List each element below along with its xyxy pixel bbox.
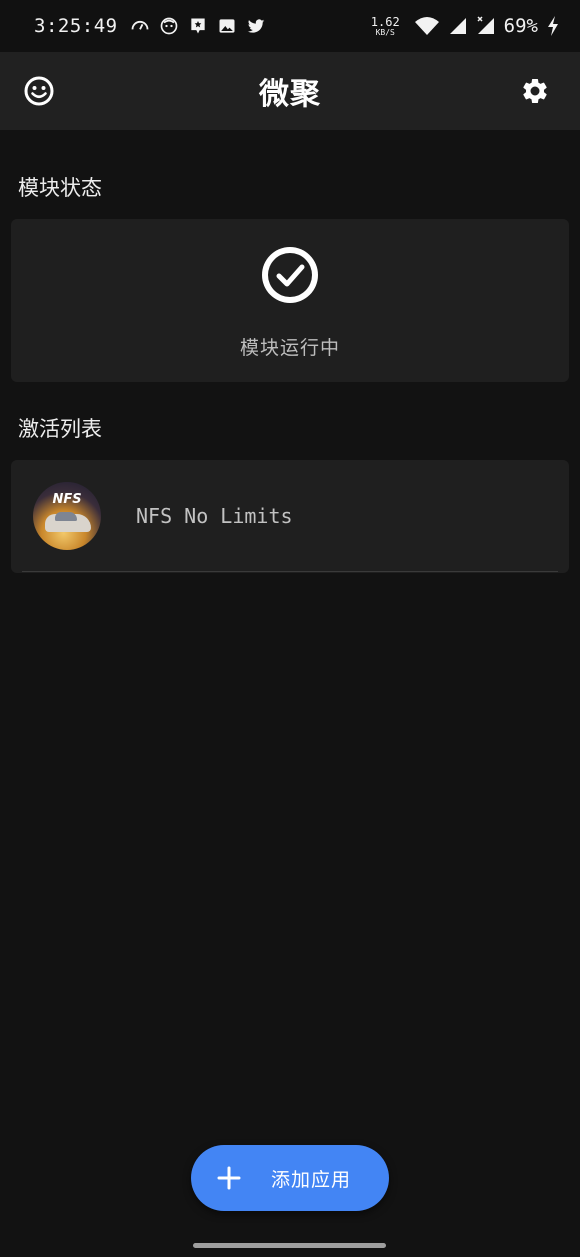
charging-bolt-icon — [548, 16, 558, 36]
plus-icon — [217, 1166, 241, 1190]
network-speed: 1.62 KB/S — [371, 16, 400, 37]
image-icon — [219, 19, 235, 33]
profile-button[interactable] — [22, 74, 56, 108]
list-item[interactable]: NFS NFS No Limits — [11, 460, 569, 572]
module-status-title: 模块状态 — [18, 176, 102, 200]
twitter-icon — [247, 19, 264, 33]
add-app-button[interactable]: 添加应用 — [191, 1145, 389, 1211]
module-status-text: 模块运行中 — [239, 337, 340, 359]
app-name: NFS No Limits — [136, 504, 293, 528]
app-title: 微聚 — [259, 77, 321, 112]
signal-no-data-icon — [477, 16, 494, 34]
face-icon — [160, 17, 177, 35]
app-bar: 微聚 — [0, 52, 580, 130]
speedometer-icon — [131, 20, 148, 30]
activation-list-title: 激活列表 — [18, 417, 102, 441]
check-circle-icon — [262, 247, 318, 303]
network-speed-unit: KB/S — [375, 27, 395, 37]
gesture-nav-handle[interactable] — [193, 1243, 386, 1248]
module-status-card: 模块运行中 — [11, 219, 569, 382]
add-app-label: 添加应用 — [271, 1168, 352, 1191]
battery-percent: 69% — [503, 15, 538, 37]
smiley-icon — [24, 76, 54, 106]
network-speed-value: 1.62 — [370, 14, 400, 29]
gear-icon — [523, 78, 547, 103]
chat-star-icon — [190, 18, 205, 34]
nfs-logo-text: NFS — [52, 492, 82, 507]
status-time: 3:25:49 — [34, 15, 118, 37]
wifi-icon — [414, 17, 439, 35]
app-icon: NFS — [33, 482, 101, 550]
status-bar: 3:25:49 1.62 KB/S 69% — [0, 0, 580, 52]
activation-list-card: NFS NFS No Limits — [11, 460, 569, 573]
settings-button[interactable] — [518, 74, 552, 108]
list-divider — [22, 571, 558, 572]
signal-icon — [449, 18, 466, 34]
car-window — [55, 512, 77, 521]
system-status-icons: 1.62 KB/S 69% — [371, 15, 560, 37]
notification-icons — [130, 16, 266, 36]
